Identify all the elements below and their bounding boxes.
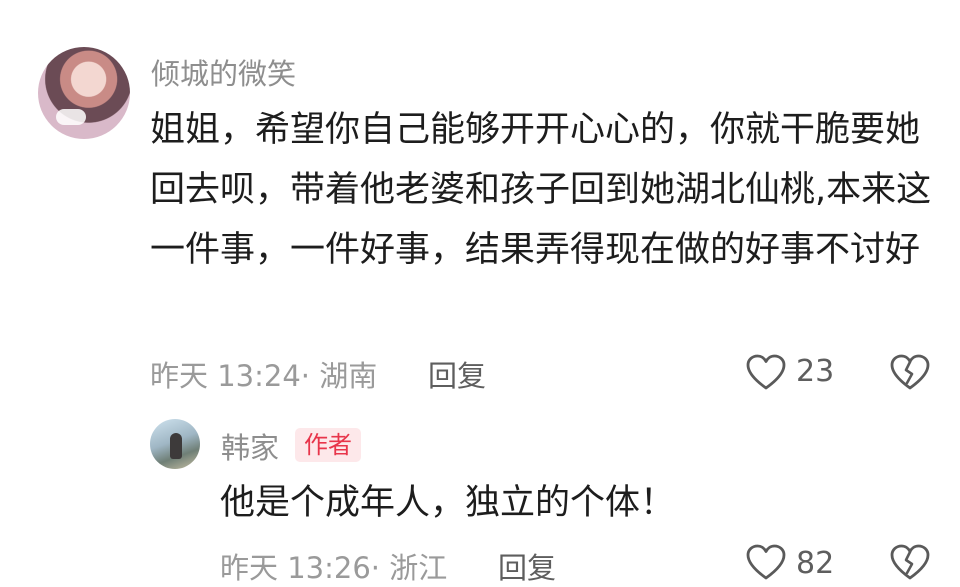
broken-heart-icon[interactable] bbox=[890, 543, 930, 583]
reply-text: 他是个成年人，独立的个体！ bbox=[220, 483, 676, 523]
reply-meta: 昨天 13:26· 浙江 bbox=[220, 551, 448, 585]
reply-button[interactable]: 回复 bbox=[428, 353, 486, 395]
commenter-avatar[interactable] bbox=[38, 47, 130, 139]
heart-outline-icon[interactable] bbox=[746, 353, 786, 393]
replier-username[interactable]: 韩家 bbox=[221, 425, 279, 467]
avatar-image-detail bbox=[56, 109, 86, 125]
like-count: 23 bbox=[796, 354, 835, 389]
heart-outline-icon[interactable] bbox=[746, 543, 786, 583]
comment-text: 姐姐，希望你自己能够开开心心的，你就干脆要她回去呗，带着他老婆和孩子回到她湖北仙… bbox=[150, 110, 932, 270]
commenter-username[interactable]: 倾城的微笑 bbox=[151, 51, 296, 93]
like-count: 82 bbox=[796, 546, 835, 581]
avatar-image-detail bbox=[170, 433, 182, 459]
author-badge: 作者 bbox=[295, 428, 361, 462]
replier-avatar[interactable] bbox=[150, 419, 200, 469]
reply-button[interactable]: 回复 bbox=[498, 545, 556, 587]
broken-heart-icon[interactable] bbox=[890, 353, 930, 393]
comment-meta: 昨天 13:24· 湖南 bbox=[150, 359, 378, 393]
